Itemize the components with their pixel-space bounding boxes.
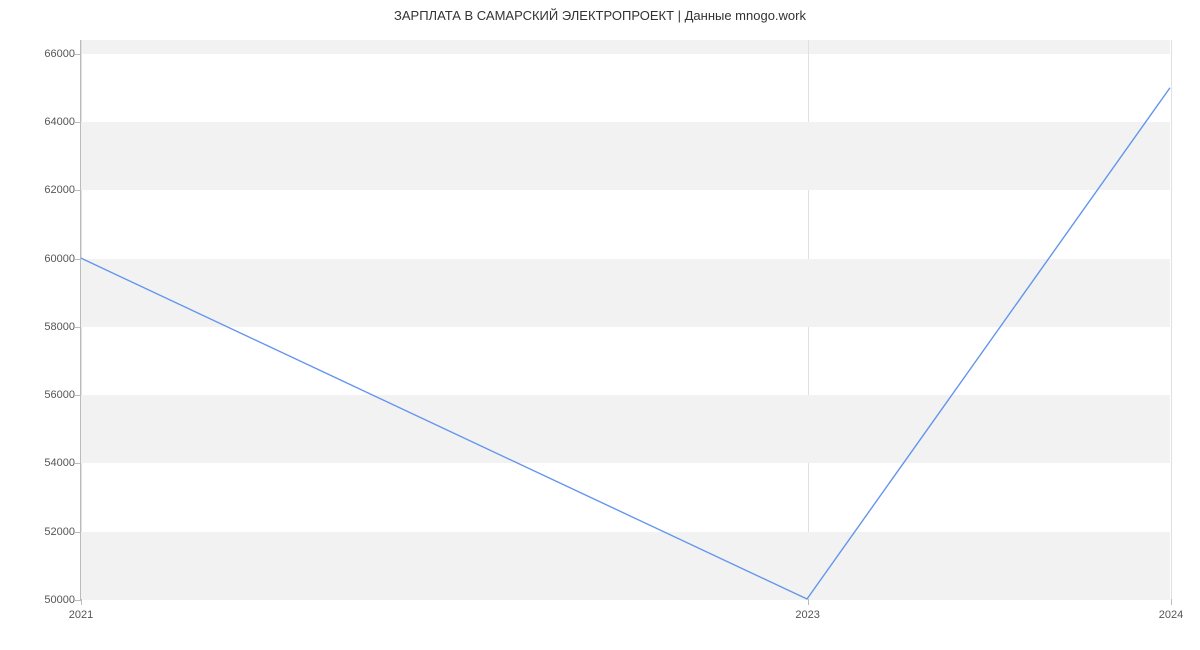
y-tick — [75, 54, 81, 55]
y-tick-label: 66000 — [35, 48, 75, 60]
x-tick — [1171, 599, 1172, 605]
y-tick — [75, 327, 81, 328]
y-tick-label: 64000 — [35, 116, 75, 128]
y-tick — [75, 122, 81, 123]
plot-area: 5000052000540005600058000600006200064000… — [80, 40, 1170, 600]
y-tick-label: 62000 — [35, 184, 75, 196]
y-tick — [75, 532, 81, 533]
y-tick-label: 54000 — [35, 457, 75, 469]
x-tick — [808, 599, 809, 605]
chart-container: ЗАРПЛАТА В САМАРСКИЙ ЭЛЕКТРОПРОЕКТ | Дан… — [0, 0, 1200, 650]
y-tick-label: 52000 — [35, 526, 75, 538]
x-tick — [81, 599, 82, 605]
series-line — [81, 88, 1170, 599]
y-tick — [75, 190, 81, 191]
y-tick-label: 58000 — [35, 321, 75, 333]
y-tick — [75, 463, 81, 464]
y-tick — [75, 259, 81, 260]
x-gridline — [1171, 40, 1172, 599]
y-tick-label: 60000 — [35, 253, 75, 265]
chart-title: ЗАРПЛАТА В САМАРСКИЙ ЭЛЕКТРОПРОЕКТ | Дан… — [0, 8, 1200, 23]
line-layer — [81, 40, 1170, 599]
y-tick-label: 50000 — [35, 594, 75, 606]
y-tick-label: 56000 — [35, 389, 75, 401]
x-tick-label: 2021 — [69, 609, 93, 621]
x-tick-label: 2024 — [1159, 609, 1183, 621]
y-tick — [75, 395, 81, 396]
x-tick-label: 2023 — [795, 609, 819, 621]
